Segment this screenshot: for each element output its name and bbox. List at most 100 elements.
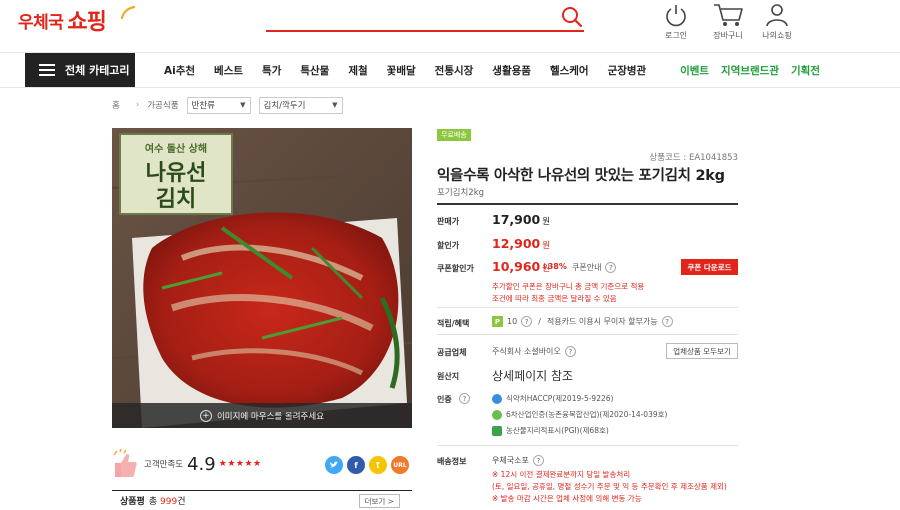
origin-value: 상세페이지 참조: [492, 369, 574, 383]
logo-main-text: 우체국: [18, 12, 64, 33]
chevron-down-icon: ▼: [240, 101, 246, 109]
supplier-products-button[interactable]: 업체상품 모두보기: [666, 343, 738, 359]
help-icon[interactable]: ?: [521, 316, 533, 327]
main-nav: 전체 카테고리 Ai추천 베스트 특가 특산물 제철 꽃배달 전통시장 생활용품…: [0, 53, 900, 87]
help-icon[interactable]: ?: [661, 316, 673, 327]
card-benefit-text: 적용카드 이용시 무이자 할부가능: [546, 317, 658, 326]
review-count: 총 999건: [149, 494, 186, 507]
logo[interactable]: 우체국 쇼핑: [18, 5, 136, 35]
facebook-share-button[interactable]: f: [347, 456, 365, 474]
kakao-share-button[interactable]: [369, 456, 387, 474]
nav-item-special[interactable]: 특가: [262, 63, 281, 78]
coupon-price-label: 쿠폰할인가: [437, 264, 474, 273]
haccp-icon: [492, 393, 502, 404]
share-buttons: f URL: [321, 456, 409, 474]
nav-item-flower[interactable]: 꽃배달: [387, 63, 416, 78]
won-unit: 원: [542, 241, 551, 251]
point-icon: P: [492, 316, 503, 327]
nav-item-regional-brand[interactable]: 지역브랜드관: [721, 63, 779, 78]
twitter-share-button[interactable]: [325, 456, 343, 474]
logo-sub-text: 쇼핑: [67, 10, 106, 35]
nav-item-health[interactable]: 헬스케어: [550, 63, 589, 78]
coupon-info-label: 쿠폰안내: [572, 263, 602, 272]
help-icon[interactable]: ?: [459, 393, 470, 404]
points-separator: /: [538, 317, 541, 326]
breadcrumb-separator: ›: [135, 100, 140, 110]
cert-item-haccp-text: 식약처HACCP(제2019-5-9226): [506, 394, 614, 403]
kimchi-photo: 여수 돌산 상해 나유선 김치: [112, 128, 412, 428]
shipping-label: 배송정보: [437, 457, 467, 466]
section-divider: [437, 445, 738, 446]
nav-item-living[interactable]: 생활용품: [492, 63, 531, 78]
all-category-label: 전체 카테고리: [65, 64, 130, 77]
sale-price-label: 판매가: [437, 217, 460, 226]
product-subtitle: 포기김치2kg: [437, 188, 485, 198]
coupon-info[interactable]: 쿠폰안내 ?: [572, 262, 617, 273]
power-icon: [666, 5, 686, 27]
review-count-suffix: 건: [177, 497, 186, 507]
product-image[interactable]: 여수 돌산 상해 나유선 김치: [112, 128, 412, 428]
chevron-down-icon: ▼: [332, 101, 338, 109]
review-summary: 상품평 총 999건 더보기 >: [112, 490, 412, 510]
discount-price-label: 할인가: [437, 241, 460, 250]
zoom-plus-icon: +: [199, 409, 212, 422]
industry-cert-icon: [492, 409, 502, 420]
cert-item-haccp: 식약처HACCP(제2019-5-9226): [492, 393, 613, 404]
login-button[interactable]: 로그인: [646, 2, 706, 41]
satisfaction-label: 고객만족도: [144, 460, 184, 470]
won-unit: 원: [542, 217, 551, 227]
all-category-button[interactable]: 전체 카테고리: [25, 53, 135, 87]
nav-item-market[interactable]: 전통시장: [435, 63, 474, 78]
breadcrumb-level3-label: 김치/깍두기: [263, 101, 306, 111]
review-more-button[interactable]: 더보기 >: [358, 494, 400, 508]
my-shopping-label: 나의쇼핑: [762, 31, 792, 40]
search-input[interactable]: [266, 30, 584, 32]
twitter-icon: [330, 461, 338, 468]
cert-item-6th-industry-text: 6차산업인증(농촌융복합산업)(제2020-14-039호): [506, 410, 668, 419]
login-label: 로그인: [664, 31, 688, 40]
nav-right-items: 이벤트 지역브랜드관 기획전: [668, 53, 820, 87]
points-row: P 10 ? / 적용카드 이용시 무이자 할부가능 ?: [492, 316, 673, 327]
help-icon[interactable]: ?: [605, 262, 617, 273]
breadcrumb-level3-select[interactable]: 김치/깍두기 ▼: [258, 96, 343, 114]
coupon-download-button[interactable]: 쿠폰 다운로드: [681, 259, 738, 275]
satisfaction-score: 4.9: [187, 453, 216, 475]
url-share-button[interactable]: URL: [391, 456, 409, 474]
rating-stars: ★★★★★: [218, 459, 262, 469]
image-sign-line1: 여수 돌산 상해: [145, 142, 207, 155]
nav-item-season[interactable]: 제철: [348, 63, 367, 78]
image-zoom-hint: + 이미지에 마우스를 올려주세요: [112, 403, 412, 428]
breadcrumb-level1[interactable]: 가공식품: [147, 99, 178, 111]
nav-item-event[interactable]: 이벤트: [680, 63, 709, 78]
cert-item-6th-industry: 6차산업인증(농촌융복합산업)(제2020-14-039호): [492, 409, 667, 420]
pgi-icon: [492, 425, 502, 436]
section-divider: [437, 334, 738, 335]
nav-item-military[interactable]: 군장병관: [608, 63, 647, 78]
breadcrumb-level2-select[interactable]: 반찬류 ▼: [186, 96, 251, 114]
logo-swoosh-icon: [120, 5, 136, 20]
thumbs-up-icon: [113, 449, 137, 477]
help-icon[interactable]: ?: [532, 455, 544, 466]
discount-rate: ↓38%: [541, 262, 567, 271]
review-count-prefix: 총: [148, 497, 158, 507]
supplier-row: 주식회사 소셜바이오 ?: [492, 346, 576, 357]
product-code: 상품코드 : EA1041853: [649, 153, 738, 163]
nav-item-ai[interactable]: Ai추천: [164, 63, 195, 78]
breadcrumb-home[interactable]: 홈: [112, 99, 120, 111]
title-divider: [437, 203, 738, 205]
header-icon-group: 로그인 장바구니 나의쇼핑: [665, 0, 900, 50]
help-icon[interactable]: ?: [564, 346, 576, 357]
sale-price: 17,900 원: [492, 212, 550, 227]
nav-divider: [0, 87, 900, 88]
nav-item-local[interactable]: 특산물: [300, 63, 329, 78]
search-icon[interactable]: [560, 5, 584, 29]
facebook-icon: f: [354, 460, 358, 470]
supplier-label: 공급업체: [437, 348, 467, 357]
shipping-note-1: ※ 12시 이전 결제완료분까지 당일 발송처리: [492, 470, 631, 479]
nav-item-best[interactable]: 베스트: [214, 63, 243, 78]
image-caption-text: 이미지에 마우스를 올려주세요: [216, 411, 325, 422]
points-value: 10: [507, 317, 518, 326]
person-icon: [766, 4, 788, 27]
nav-item-exhibition[interactable]: 기획전: [791, 63, 820, 78]
my-shopping-button[interactable]: 나의쇼핑: [747, 2, 807, 41]
